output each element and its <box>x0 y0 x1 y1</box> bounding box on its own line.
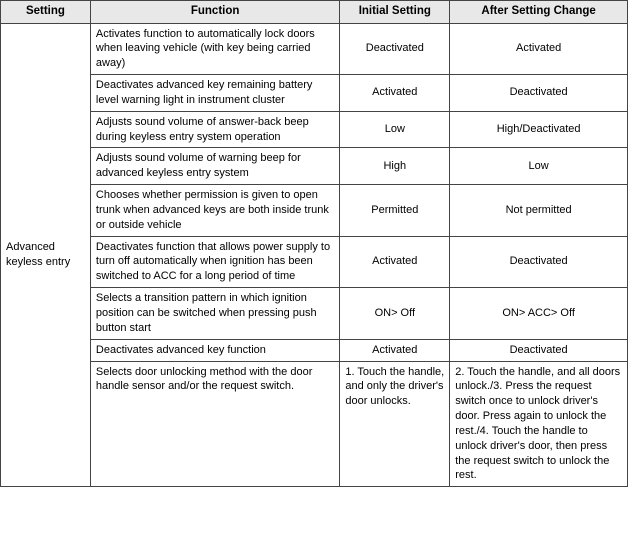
table-row: Adjusts sound volume of warning beep for… <box>1 148 628 185</box>
after-cell-1: Deactivated <box>450 75 628 112</box>
initial-cell-4: Permitted <box>340 185 450 237</box>
after-cell-2: High/Deactivated <box>450 111 628 148</box>
function-cell-5: Deactivates function that allows power s… <box>90 236 339 288</box>
after-cell-7: Deactivated <box>450 339 628 361</box>
header-setting: Setting <box>1 1 91 24</box>
header-after: After Setting Change <box>450 1 628 24</box>
table-row: Deactivates advanced key function Activa… <box>1 339 628 361</box>
function-cell-3: Adjusts sound volume of warning beep for… <box>90 148 339 185</box>
function-cell-7: Deactivates advanced key function <box>90 339 339 361</box>
function-cell-0: Activates function to automatically lock… <box>90 23 339 75</box>
table-row: Chooses whether permission is given to o… <box>1 185 628 237</box>
after-cell-8: 2. Touch the handle, and all doors unloc… <box>450 361 628 487</box>
table-row: Selects door unlocking method with the d… <box>1 361 628 487</box>
function-cell-8: Selects door unlocking method with the d… <box>90 361 339 487</box>
initial-cell-5: Activated <box>340 236 450 288</box>
setting-label: Advanced keyless entry <box>1 23 91 487</box>
header-initial: Initial Setting <box>340 1 450 24</box>
header-function: Function <box>90 1 339 24</box>
function-cell-4: Chooses whether permission is given to o… <box>90 185 339 237</box>
after-cell-0: Activated <box>450 23 628 75</box>
after-cell-5: Deactivated <box>450 236 628 288</box>
initial-cell-3: High <box>340 148 450 185</box>
function-cell-2: Adjusts sound volume of answer-back beep… <box>90 111 339 148</box>
function-cell-6: Selects a transition pattern in which ig… <box>90 288 339 340</box>
initial-cell-8: 1. Touch the handle, and only the driver… <box>340 361 450 487</box>
table-row: Advanced keyless entry Activates functio… <box>1 23 628 75</box>
initial-cell-7: Activated <box>340 339 450 361</box>
function-cell-1: Deactivates advanced key remaining batte… <box>90 75 339 112</box>
initial-cell-2: Low <box>340 111 450 148</box>
initial-cell-1: Activated <box>340 75 450 112</box>
table-row: Selects a transition pattern in which ig… <box>1 288 628 340</box>
initial-cell-6: ON> Off <box>340 288 450 340</box>
after-cell-4: Not permitted <box>450 185 628 237</box>
table-row: Deactivates function that allows power s… <box>1 236 628 288</box>
after-cell-6: ON> ACC> Off <box>450 288 628 340</box>
table-row: Adjusts sound volume of answer-back beep… <box>1 111 628 148</box>
initial-cell-0: Deactivated <box>340 23 450 75</box>
after-cell-3: Low <box>450 148 628 185</box>
table-row: Deactivates advanced key remaining batte… <box>1 75 628 112</box>
